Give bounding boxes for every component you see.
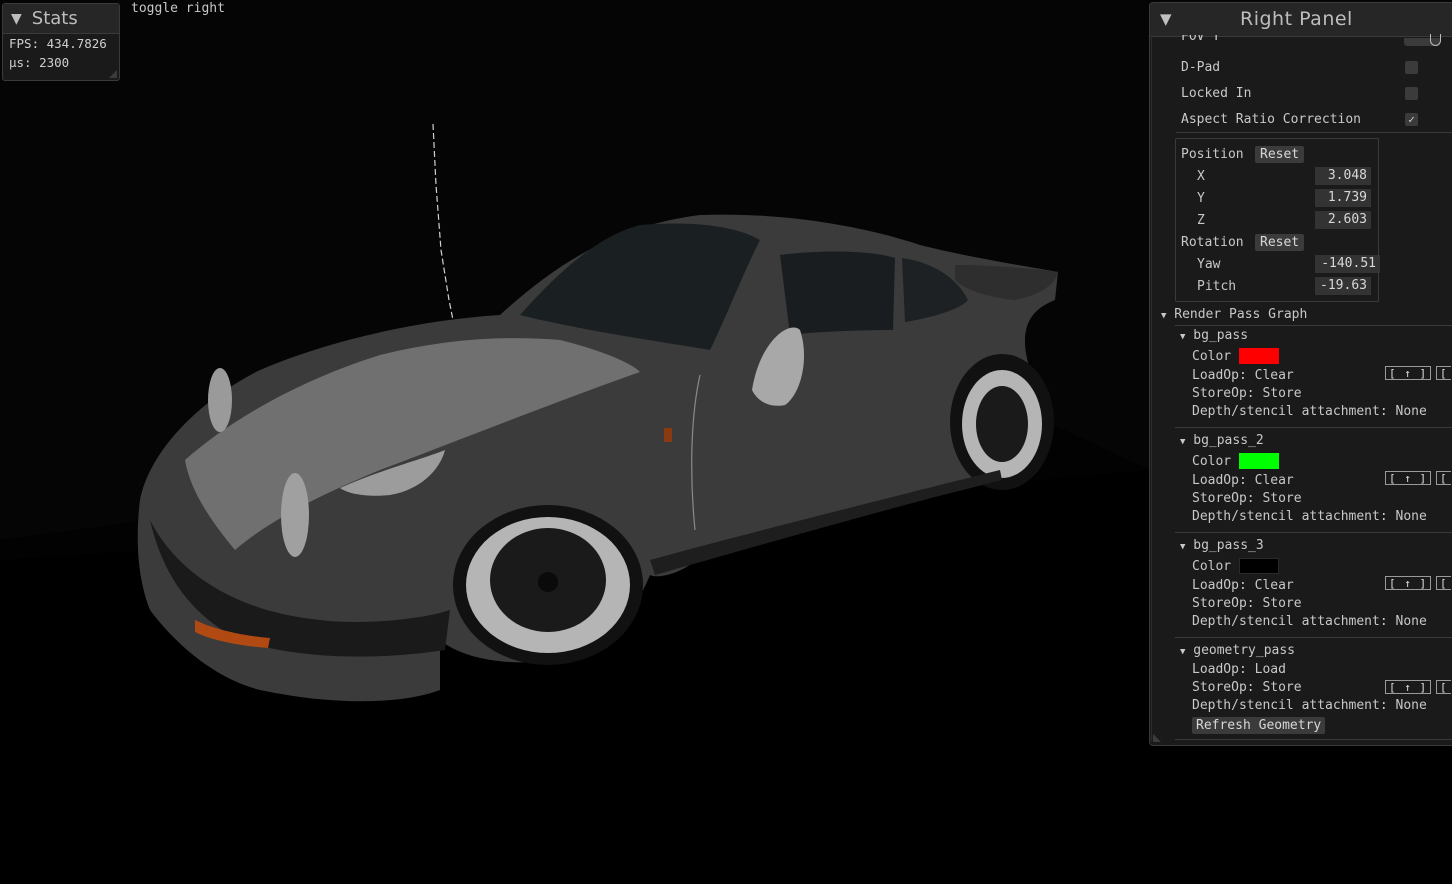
bg-pass-2-depth: Depth/stencil attachment: None (1192, 509, 1427, 524)
dpad-label: D-Pad (1181, 60, 1221, 75)
tree-expanded-icon[interactable]: ▼ (1161, 311, 1166, 321)
geometry-pass-depth: Depth/stencil attachment: None (1192, 698, 1427, 713)
divider (1175, 532, 1452, 533)
rotation-label: Rotation (1181, 235, 1244, 250)
render-pass-graph-label: Render Pass Graph (1174, 307, 1308, 322)
bg-pass-node[interactable]: ▼ bg_pass (1180, 328, 1248, 343)
tree-expanded-icon[interactable]: ▼ (1180, 437, 1185, 447)
geometry-pass-storeop: StoreOp: Store (1192, 680, 1302, 695)
bg-pass-3-color-label: Color (1192, 559, 1232, 574)
fov-slider-knob-icon[interactable] (1430, 34, 1441, 46)
stats-title: Stats (31, 8, 78, 29)
tree-expanded-icon[interactable]: ▼ (1180, 332, 1185, 342)
aspect-ratio-label: Aspect Ratio Correction (1181, 112, 1362, 127)
collapse-triangle-icon[interactable]: ▼ (11, 11, 22, 27)
geometry-pass-node[interactable]: ▼ geometry_pass (1180, 643, 1295, 658)
tree-expanded-icon[interactable]: ▼ (1180, 647, 1185, 657)
divider (1175, 637, 1452, 638)
position-label: Position (1181, 147, 1244, 162)
position-reset-button[interactable]: Reset (1255, 146, 1305, 163)
bg-pass-name: bg_pass (1193, 328, 1249, 343)
bg-pass-3-move-up-button[interactable]: [ ↑ ] (1385, 576, 1432, 590)
bg-pass-move-up-button[interactable]: [ ↑ ] (1385, 366, 1432, 380)
resize-grip-icon[interactable] (1153, 734, 1161, 742)
resize-grip-icon[interactable] (109, 70, 117, 78)
locked-in-label: Locked In (1181, 86, 1252, 101)
stats-titlebar[interactable]: ▼ Stats (3, 4, 119, 34)
bg-pass-color-label: Color (1192, 349, 1232, 364)
bg-pass-2-move-up-button[interactable]: [ ↑ ] (1385, 471, 1432, 485)
divider (1175, 325, 1452, 326)
bg-pass-depth: Depth/stencil attachment: None (1192, 404, 1427, 419)
dpad-checkbox[interactable] (1405, 61, 1418, 74)
geometry-pass-clipped-button[interactable]: [ (1436, 680, 1451, 694)
bg-pass-storeop: StoreOp: Store (1192, 386, 1302, 401)
bg-pass-3-depth: Depth/stencil attachment: None (1192, 614, 1427, 629)
bg-pass-2-node[interactable]: ▼ bg_pass_2 (1180, 433, 1264, 448)
divider (1176, 132, 1452, 133)
position-z-label: Z (1197, 213, 1205, 228)
yaw-label: Yaw (1197, 257, 1221, 272)
bg-pass-3-clipped-button[interactable]: [ (1436, 576, 1451, 590)
right-panel-title: Right Panel (1240, 8, 1353, 30)
toggle-right-label[interactable]: toggle right (131, 1, 225, 16)
yaw-input[interactable]: -140.51 (1315, 255, 1380, 273)
tree-expanded-icon[interactable]: ▼ (1180, 542, 1185, 552)
divider (1175, 739, 1452, 740)
refresh-geometry-button[interactable]: Refresh Geometry (1192, 717, 1326, 734)
bg-pass-3-storeop: StoreOp: Store (1192, 596, 1302, 611)
position-y-input[interactable]: 1.739 (1315, 189, 1371, 207)
bg-pass-3-color-swatch[interactable] (1239, 558, 1279, 574)
aspect-ratio-checkbox[interactable]: ✓ (1405, 113, 1418, 126)
position-x-label: X (1197, 169, 1205, 184)
bg-pass-2-name: bg_pass_2 (1193, 433, 1264, 448)
frame-time-readout: μs: 2300 (9, 55, 70, 70)
bg-pass-2-color-label: Color (1192, 454, 1232, 469)
right-panel[interactable]: ▼ Right Panel FOV Y D-Pad Locked In Aspe… (1149, 2, 1452, 746)
stats-window[interactable]: ▼ Stats FPS: 434.7826 μs: 2300 (2, 3, 120, 81)
position-y-label: Y (1197, 191, 1205, 206)
position-z-input[interactable]: 2.603 (1315, 211, 1371, 229)
fov-label: FOV Y (1181, 35, 1221, 44)
bg-pass-color-swatch[interactable] (1239, 348, 1279, 364)
fov-row: FOV Y (1181, 35, 1220, 47)
collapse-triangle-icon[interactable]: ▼ (1160, 10, 1172, 28)
pitch-input[interactable]: -19.63 (1315, 277, 1371, 295)
bg-pass-3-name: bg_pass_3 (1193, 538, 1264, 553)
position-x-input[interactable]: 3.048 (1315, 167, 1371, 185)
bg-pass-2-storeop: StoreOp: Store (1192, 491, 1302, 506)
right-panel-titlebar[interactable]: ▼ Right Panel (1150, 3, 1452, 37)
render-pass-graph-header[interactable]: ▼ Render Pass Graph (1161, 307, 1307, 322)
bg-pass-2-clipped-button[interactable]: [ (1436, 471, 1451, 485)
rotation-reset-button[interactable]: Reset (1255, 234, 1305, 251)
locked-in-checkbox[interactable] (1405, 87, 1418, 100)
panel-left-border (1151, 36, 1152, 741)
divider (1175, 427, 1452, 428)
bg-pass-2-color-swatch[interactable] (1239, 453, 1279, 469)
antenna (432, 123, 454, 321)
fps-readout: FPS: 434.7826 (9, 36, 107, 51)
bg-pass-loadop: LoadOp: Clear (1192, 368, 1294, 383)
geometry-pass-loadop: LoadOp: Load (1192, 662, 1286, 677)
pitch-label: Pitch (1197, 279, 1237, 294)
bg-pass-3-node[interactable]: ▼ bg_pass_3 (1180, 538, 1264, 553)
geometry-pass-name: geometry_pass (1193, 643, 1295, 658)
geometry-pass-move-up-button[interactable]: [ ↑ ] (1385, 680, 1432, 694)
bg-pass-2-loadop: LoadOp: Clear (1192, 473, 1294, 488)
bg-pass-3-loadop: LoadOp: Clear (1192, 578, 1294, 593)
bg-pass-clipped-button[interactable]: [ (1436, 366, 1451, 380)
